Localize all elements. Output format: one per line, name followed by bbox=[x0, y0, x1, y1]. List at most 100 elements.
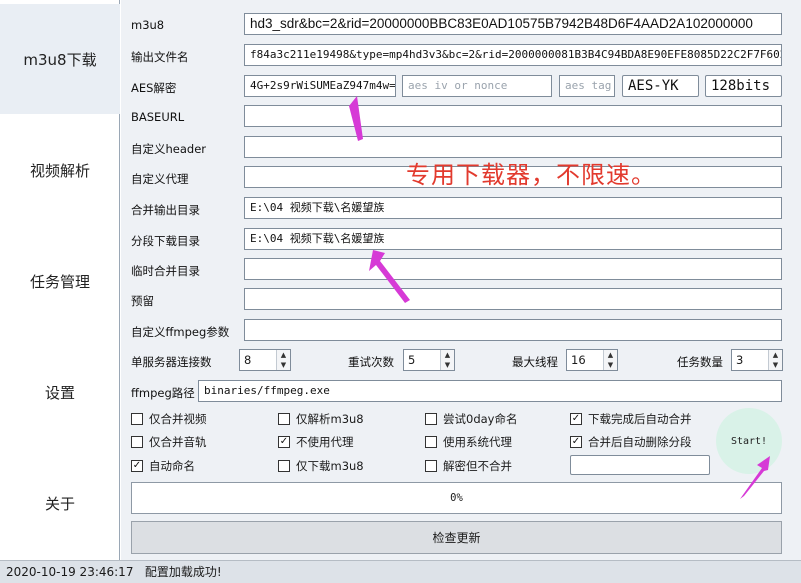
reserved-label: 预留 bbox=[131, 294, 154, 308]
status-bar: 2020-10-19 23:46:17 配置加载成功! bbox=[0, 560, 801, 583]
checkbox-box[interactable] bbox=[131, 413, 143, 425]
segment-download-dir-label: 分段下载目录 bbox=[131, 234, 200, 248]
temp-merge-dir-label: 临时合并目录 bbox=[131, 264, 200, 278]
aes-bits-select[interactable]: 128bits bbox=[705, 75, 782, 97]
temp-merge-dir-input[interactable] bbox=[244, 258, 782, 280]
ffmpeg-path-input[interactable]: binaries/ffmpeg.exe bbox=[198, 380, 782, 402]
checkbox-only-merge-video[interactable]: 仅合并视频 bbox=[131, 411, 207, 427]
aes-mode-select[interactable]: AES-YK bbox=[622, 75, 699, 97]
chevron-down-icon[interactable]: ▼ bbox=[277, 360, 290, 370]
checkbox-label: 下载完成后自动合并 bbox=[588, 412, 692, 426]
checkbox-only-download-m3u8[interactable]: 仅下载m3u8 bbox=[278, 458, 364, 474]
checkbox-only-merge-audio[interactable]: 仅合并音轨 bbox=[131, 434, 207, 450]
nav-item-label: m3u8下载 bbox=[23, 50, 97, 69]
nav-item-task-manager[interactable]: 任务管理 bbox=[0, 226, 120, 336]
task-count-stepper[interactable]: 3 ▲ ▼ bbox=[731, 349, 783, 371]
output-filename-input[interactable]: f84a3c211e19498&type=mp4hd3v3&bc=2&rid=2… bbox=[244, 44, 782, 66]
checkbox-label: 仅下载m3u8 bbox=[296, 459, 364, 473]
task-count-label: 任务数量 bbox=[677, 355, 723, 369]
checkbox-box[interactable]: ✓ bbox=[570, 413, 582, 425]
checkbox-box[interactable]: ✓ bbox=[570, 436, 582, 448]
chevron-down-icon[interactable]: ▼ bbox=[441, 360, 454, 370]
extra-option-box[interactable] bbox=[570, 455, 710, 475]
progress-percent: 0% bbox=[450, 492, 463, 504]
checkbox-auto-naming[interactable]: ✓ 自动命名 bbox=[131, 458, 195, 474]
checkbox-only-parse-m3u8[interactable]: 仅解析m3u8 bbox=[278, 411, 364, 427]
custom-header-label: 自定义header bbox=[131, 142, 207, 156]
status-message: 配置加载成功! bbox=[144, 565, 222, 579]
aes-iv-input[interactable]: aes iv or nonce bbox=[402, 75, 552, 97]
nav-item-settings[interactable]: 设置 bbox=[0, 337, 120, 447]
reserved-input[interactable] bbox=[244, 288, 782, 310]
checkbox-box[interactable] bbox=[425, 436, 437, 448]
merge-output-dir-label: 合并输出目录 bbox=[131, 203, 200, 217]
chevron-down-icon[interactable]: ▼ bbox=[604, 360, 617, 370]
custom-ffmpeg-args-input[interactable] bbox=[244, 319, 782, 341]
checkbox-label: 自动命名 bbox=[149, 459, 195, 473]
nav-item-label: 视频解析 bbox=[29, 161, 90, 180]
chevron-up-icon[interactable]: ▲ bbox=[604, 350, 617, 360]
aes-key-input[interactable]: 4G+2s9rWiSUMEaZ947m4w== bbox=[244, 75, 396, 97]
sidebar-nav: m3u8下载 视频解析 任务管理 设置 关于 bbox=[0, 0, 120, 560]
checkbox-label: 仅合并音轨 bbox=[149, 435, 207, 449]
max-threads-label: 最大线程 bbox=[512, 355, 558, 369]
nav-item-about[interactable]: 关于 bbox=[0, 448, 120, 558]
nav-item-video-parse[interactable]: 视频解析 bbox=[0, 115, 120, 225]
connections-stepper[interactable]: 8 ▲ ▼ bbox=[239, 349, 291, 371]
baseurl-label: BASEURL bbox=[131, 110, 185, 124]
task-count-value: 3 bbox=[736, 353, 744, 367]
checkbox-label: 使用系统代理 bbox=[443, 435, 512, 449]
checkbox-label: 合并后自动删除分段 bbox=[588, 435, 692, 449]
chevron-up-icon[interactable]: ▲ bbox=[441, 350, 454, 360]
stepper-arrows[interactable]: ▲ ▼ bbox=[276, 350, 290, 370]
nav-item-label: 任务管理 bbox=[29, 272, 90, 291]
status-timestamp: 2020-10-19 23:46:17 bbox=[6, 565, 134, 579]
checkbox-label: 仅合并视频 bbox=[149, 412, 207, 426]
checkbox-no-proxy[interactable]: ✓ 不使用代理 bbox=[278, 434, 354, 450]
retries-stepper[interactable]: 5 ▲ ▼ bbox=[403, 349, 455, 371]
checkbox-box[interactable] bbox=[131, 436, 143, 448]
checkbox-auto-merge-after-download[interactable]: ✓ 下载完成后自动合并 bbox=[570, 411, 692, 427]
checkbox-box[interactable] bbox=[278, 460, 290, 472]
checkbox-label: 解密但不合并 bbox=[443, 459, 512, 473]
ffmpeg-path-label: ffmpeg路径 bbox=[131, 386, 195, 400]
retries-value: 5 bbox=[408, 353, 416, 367]
retries-label: 重试次数 bbox=[348, 355, 394, 369]
aes-tag-input[interactable]: aes tag bbox=[559, 75, 615, 97]
custom-proxy-label: 自定义代理 bbox=[131, 172, 189, 186]
checkbox-box[interactable]: ✓ bbox=[278, 436, 290, 448]
chevron-up-icon[interactable]: ▲ bbox=[769, 350, 782, 360]
checkbox-label: 不使用代理 bbox=[296, 435, 354, 449]
check-update-button[interactable]: 检查更新 bbox=[131, 521, 782, 554]
connections-value: 8 bbox=[244, 353, 252, 367]
nav-item-m3u8-download[interactable]: m3u8下载 bbox=[0, 4, 120, 114]
checkbox-label: 尝试0day命名 bbox=[443, 412, 518, 426]
max-threads-value: 16 bbox=[571, 353, 586, 367]
checkbox-try-0day-naming[interactable]: 尝试0day命名 bbox=[425, 411, 517, 427]
checkbox-label: 仅解析m3u8 bbox=[296, 412, 364, 426]
checkbox-box[interactable]: ✓ bbox=[131, 460, 143, 472]
m3u8-url-input[interactable]: hd3_sdr&bc=2&rid=20000000BBC83E0AD10575B… bbox=[244, 13, 782, 35]
chevron-up-icon[interactable]: ▲ bbox=[277, 350, 290, 360]
baseurl-input[interactable] bbox=[244, 105, 782, 127]
nav-item-label: 设置 bbox=[44, 383, 75, 402]
checkbox-use-system-proxy[interactable]: 使用系统代理 bbox=[425, 434, 512, 450]
checkbox-box[interactable] bbox=[425, 460, 437, 472]
max-threads-stepper[interactable]: 16 ▲ ▼ bbox=[566, 349, 618, 371]
aes-label: AES解密 bbox=[131, 81, 177, 95]
merge-output-dir-input[interactable]: E:\04 视频下载\名媛望族 bbox=[244, 197, 782, 219]
output-filename-label: 输出文件名 bbox=[131, 50, 189, 64]
chevron-down-icon[interactable]: ▼ bbox=[769, 360, 782, 370]
stepper-arrows[interactable]: ▲ ▼ bbox=[603, 350, 617, 370]
segment-download-dir-input[interactable]: E:\04 视频下载\名媛望族 bbox=[244, 228, 782, 250]
promo-text: 专用下载器，不限速。 bbox=[406, 161, 656, 189]
custom-ffmpeg-args-label: 自定义ffmpeg参数 bbox=[131, 325, 230, 339]
checkbox-box[interactable] bbox=[425, 413, 437, 425]
checkbox-box[interactable] bbox=[278, 413, 290, 425]
checkbox-decrypt-no-merge[interactable]: 解密但不合并 bbox=[425, 458, 512, 474]
checkbox-auto-delete-segments[interactable]: ✓ 合并后自动删除分段 bbox=[570, 434, 692, 450]
stepper-arrows[interactable]: ▲ ▼ bbox=[440, 350, 454, 370]
download-progress-bar: 0% bbox=[131, 482, 782, 514]
stepper-arrows[interactable]: ▲ ▼ bbox=[768, 350, 782, 370]
start-button[interactable]: Start! bbox=[716, 408, 782, 474]
